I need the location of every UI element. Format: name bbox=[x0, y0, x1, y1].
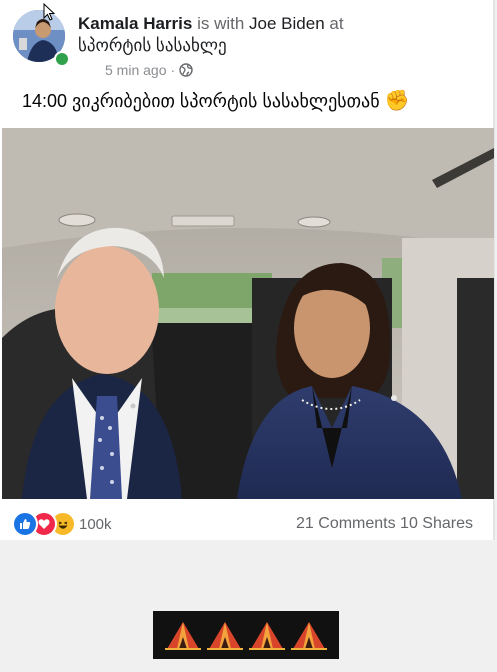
post-time[interactable]: 5 min ago bbox=[105, 62, 166, 78]
post-meta: 5 min ago · bbox=[105, 62, 193, 78]
raised-fist-emoji: ✊ bbox=[384, 90, 410, 112]
author-name[interactable]: Kamala Harris bbox=[78, 14, 192, 33]
tent-emoji-banner bbox=[153, 611, 339, 659]
post-message: 14:00 ვიკრიბებით სპორტის სასახლესთან bbox=[22, 91, 380, 111]
tent-icon bbox=[207, 622, 243, 650]
post-photo[interactable] bbox=[2, 128, 494, 499]
like-icon bbox=[12, 511, 38, 537]
post-header: Kamala Harris is with Joe Biden at სპორტ… bbox=[13, 8, 483, 88]
tent-icon bbox=[249, 622, 285, 650]
online-status-dot bbox=[54, 51, 70, 67]
location-name[interactable]: სპორტის სასახლე bbox=[78, 36, 227, 55]
post-author-line: Kamala Harris is with Joe Biden at სპორტ… bbox=[78, 13, 478, 57]
comments-shares-count[interactable]: 21 Comments 10 Shares bbox=[296, 515, 473, 533]
tagged-person[interactable]: Joe Biden bbox=[249, 14, 325, 33]
facebook-post: Kamala Harris is with Joe Biden at სპორტ… bbox=[0, 0, 495, 540]
with-text: is with bbox=[197, 14, 245, 33]
tent-icon bbox=[165, 622, 201, 650]
mouse-cursor-icon bbox=[43, 3, 55, 21]
meta-separator: · bbox=[170, 62, 176, 78]
at-text: at bbox=[329, 14, 344, 33]
post-text: 14:00 ვიკრიბებით სპორტის სასახლესთან ✊ bbox=[22, 88, 410, 114]
reaction-count: 100k bbox=[79, 515, 112, 533]
globe-icon bbox=[179, 63, 193, 77]
reactions-summary[interactable]: 100k bbox=[12, 511, 112, 537]
tent-icon bbox=[291, 622, 327, 650]
